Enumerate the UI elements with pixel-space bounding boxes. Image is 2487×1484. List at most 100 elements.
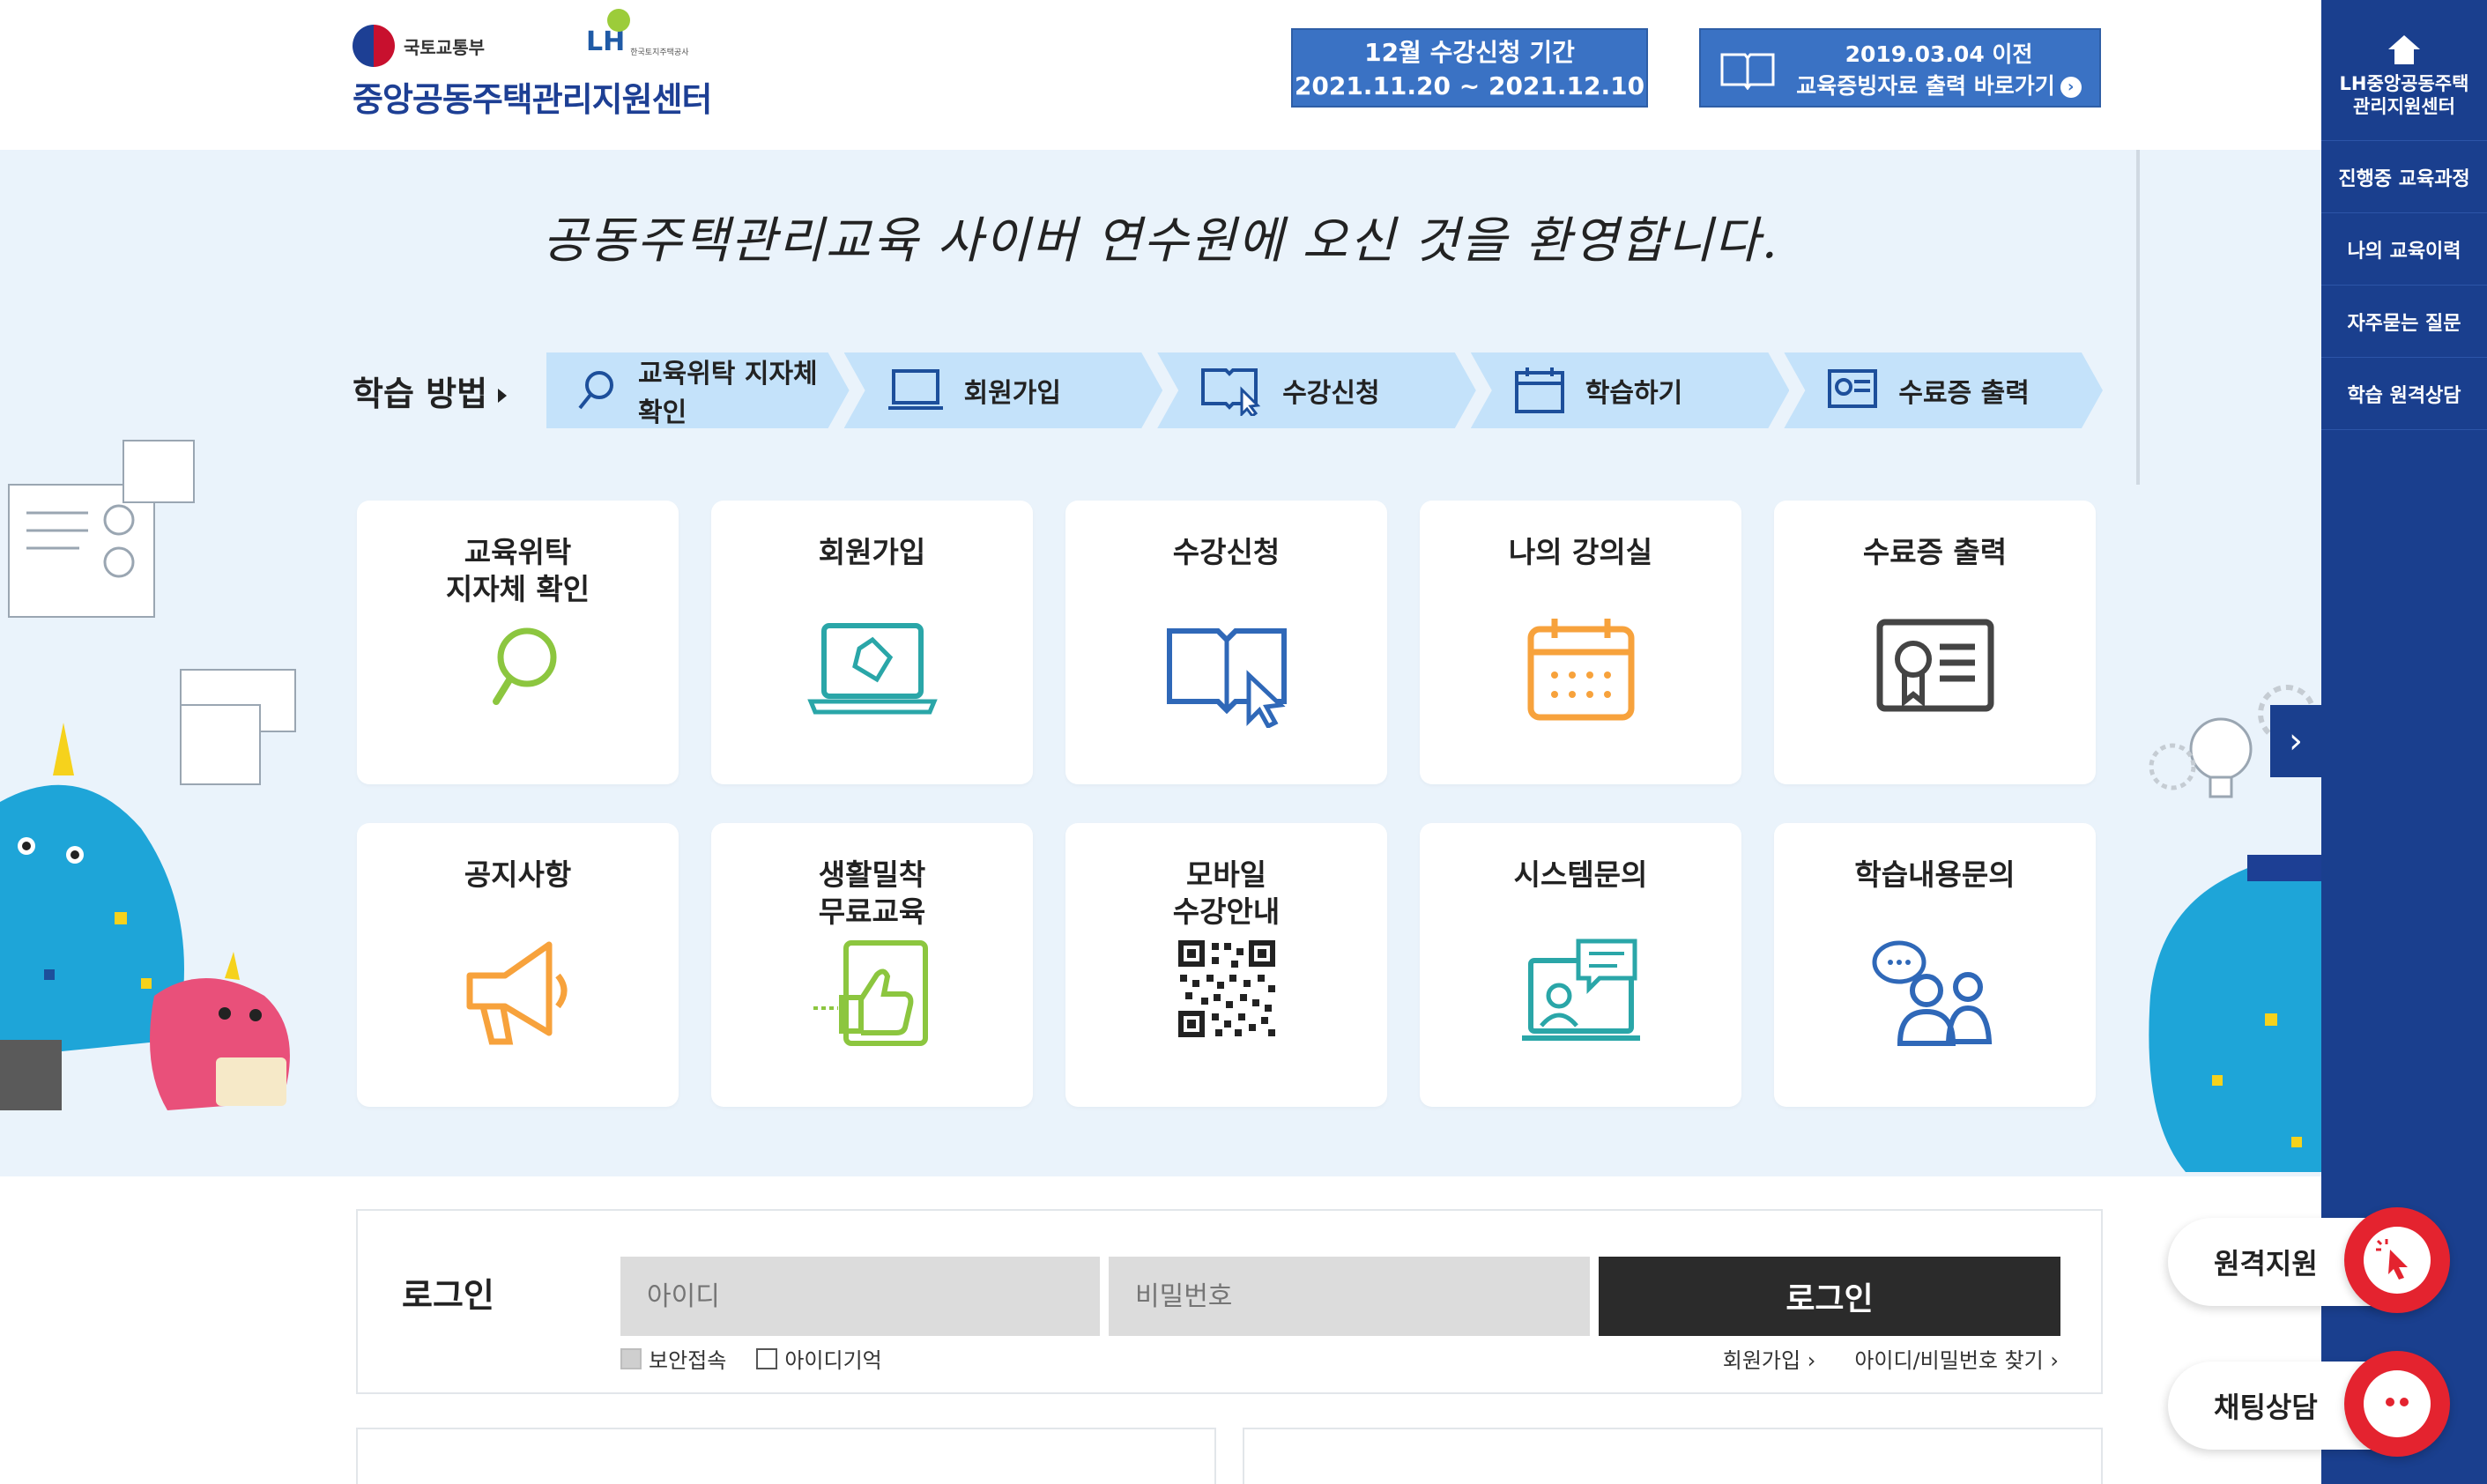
sidebar-home-line2: 관리지원센터 [2353, 96, 2455, 117]
book-cursor-icon [1199, 365, 1263, 416]
step-certificate[interactable]: 수료증 출력 [1784, 352, 2103, 428]
login-links: 회원가입 › 아이디/비밀번호 찾기 › [1723, 1343, 2059, 1374]
step-study[interactable]: 학습하기 [1471, 352, 1790, 428]
steps-track: 교육위탁 지자체 확인 회원가입 수강신청 학습하기 수료증 출력 [546, 352, 2097, 428]
card-title: 수강신청 [1172, 535, 1281, 569]
card-title: 생활밀착 무료교육 [818, 857, 926, 929]
remote-support-button[interactable]: 원격지원 [2168, 1207, 2450, 1313]
user-id-input[interactable] [620, 1257, 1100, 1336]
step-label: 교육위탁 지자체 확인 [638, 359, 818, 428]
lh-logo: LH 한국토지주택공사 [586, 9, 689, 57]
card-content-inquiry[interactable]: 학습내용문의 [1774, 823, 2096, 1107]
sidebar-item-remote-counsel[interactable]: 학습 원격상담 [2321, 358, 2487, 430]
right-illustration [2149, 685, 2321, 1172]
card-my-classroom[interactable]: 나의 강의실 [1420, 501, 1741, 784]
card-title: 나의 강의실 [1508, 535, 1653, 569]
panel-toggle-chevron-right-icon[interactable]: › [2270, 705, 2321, 777]
step-enroll[interactable]: 수강신청 [1157, 352, 1476, 428]
megaphone-icon [466, 941, 567, 1045]
site-logo[interactable]: 국토교통부 LH 한국토지주택공사 중앙공동주택관리지원센터 [353, 9, 723, 122]
card-mobile-guide[interactable]: 모바일 수강안내 [1065, 823, 1387, 1107]
thumbs-up-icon [813, 940, 928, 1046]
step-local-gov-check[interactable]: 교육위탁 지자체 확인 [546, 352, 850, 428]
secure-login-label: 보안접속 [649, 1348, 727, 1373]
certificate-icon [1876, 619, 1993, 712]
sidebar-home-line1: LH중앙공동주택 [2339, 73, 2469, 94]
vertical-divider [2136, 150, 2140, 485]
card-enroll[interactable]: 수강신청 [1065, 501, 1387, 784]
sidebar-home-link[interactable]: LH중앙공동주택 관리지원센터 [2321, 0, 2487, 141]
lh-mark: LH [586, 9, 630, 57]
secure-login-checkbox[interactable] [620, 1347, 642, 1369]
ministry-logo: 국토교통부 [353, 25, 485, 67]
chat-bubble-icon [2364, 1370, 2431, 1437]
left-illustration [0, 440, 296, 1110]
sidebar-item-my-history[interactable]: 나의 교육이력 [2321, 213, 2487, 286]
search-icon [492, 627, 556, 705]
card-title: 수료증 출력 [1862, 535, 2008, 569]
lh-subtitle: 한국토지주택공사 [630, 48, 689, 57]
card-title: 시스템문의 [1513, 857, 1648, 892]
sidebar-item-current-courses[interactable]: 진행중 교육과정 [2321, 141, 2487, 213]
consult-icon [1872, 940, 1992, 1046]
remote-support-badge [2344, 1207, 2450, 1313]
triangle-right-icon [498, 389, 508, 403]
card-local-gov-check[interactable]: 교육위탁 지자체 확인 [357, 501, 679, 784]
quick-menu-grid: 교육위탁 지자체 확인 회원가입 수강신청 나의 강의실 수료증 출력 공지사항… [357, 501, 2097, 1107]
search-icon [573, 367, 619, 413]
card-title: 교육위탁 지자체 확인 [445, 535, 590, 606]
video-chat-icon [1521, 939, 1640, 1041]
password-input[interactable] [1109, 1257, 1590, 1336]
find-account-link[interactable]: 아이디/비밀번호 찾기 › [1854, 1343, 2059, 1374]
step-label: 수료증 출력 [1898, 378, 2030, 409]
arrow-right-circle-icon: › [2060, 77, 2082, 98]
qr-code-icon [1177, 940, 1275, 1037]
print-line1: 2019.03.04 이전 [1845, 41, 2033, 67]
sidebar-item-faq[interactable]: 자주묻는 질문 [2321, 286, 2487, 358]
learning-steps: 학습 방법 교육위탁 지자체 확인 회원가입 수강신청 학습하기 수료증 출력 [353, 352, 2097, 428]
login-options: 보안접속 아이디기억 [620, 1343, 882, 1374]
login-button[interactable]: 로그인 [1599, 1257, 2060, 1336]
step-label: 회원가입 [963, 378, 1061, 409]
steps-label: 학습 방법 [353, 367, 546, 415]
lh-leaf-icon [607, 9, 630, 32]
secure-login-option[interactable]: 보안접속 [620, 1343, 726, 1374]
header: 국토교통부 LH 한국토지주택공사 중앙공동주택관리지원센터 12월 수강신청 … [0, 0, 2321, 150]
card-certificate[interactable]: 수료증 출력 [1774, 501, 2096, 784]
chat-consult-badge [2344, 1351, 2450, 1457]
legacy-certificate-print-button[interactable]: 2019.03.04 이전 교육증빙자료 출력 바로가기 › [1699, 28, 2101, 108]
book-cursor-icon [1166, 628, 1287, 730]
main-band: 공동주택관리교육 사이버 연수원에 오신 것을 환영합니다. 학습 방법 교육위… [0, 150, 2321, 1176]
card-title: 학습내용문의 [1854, 857, 2016, 892]
card-notice[interactable]: 공지사항 [357, 823, 679, 1107]
card-system-inquiry[interactable]: 시스템문의 [1420, 823, 1741, 1107]
remember-id-checkbox[interactable] [756, 1347, 778, 1369]
card-title: 회원가입 [818, 535, 926, 569]
center-name: 중앙공동주택관리지원센터 [353, 80, 713, 119]
calendar-icon [1513, 366, 1566, 415]
step-label: 수강신청 [1282, 378, 1380, 409]
card-title: 공지사항 [464, 857, 572, 892]
period-title: 12월 수강신청 기간 [1364, 38, 1575, 67]
welcome-message: 공동주택관리교육 사이버 연수원에 오신 것을 환영합니다. [542, 212, 1779, 270]
certificate-icon [1826, 366, 1879, 415]
print-line2: 교육증빙자료 출력 바로가기 [1796, 73, 2055, 99]
card-title: 모바일 수강안내 [1172, 857, 1281, 929]
remember-id-option[interactable]: 아이디기억 [756, 1343, 882, 1374]
ministry-name: 국토교통부 [404, 36, 485, 58]
laptop-icon [806, 623, 938, 715]
taegeuk-emblem-icon [353, 25, 395, 67]
step-label: 학습하기 [1585, 378, 1683, 409]
card-signup[interactable]: 회원가입 [711, 501, 1033, 784]
card-free-education[interactable]: 생활밀착 무료교육 [711, 823, 1033, 1107]
remember-id-label: 아이디기억 [784, 1348, 882, 1373]
calendar-icon [1527, 619, 1634, 721]
enrollment-period-banner[interactable]: 12월 수강신청 기간 2021.11.20 ~ 2021.12.10 [1291, 28, 1648, 108]
signup-link[interactable]: 회원가입 › [1723, 1343, 1816, 1374]
bottom-panel-right [1243, 1428, 2103, 1484]
step-signup[interactable]: 회원가입 [844, 352, 1163, 428]
bottom-panel-left [356, 1428, 1216, 1484]
login-title: 로그인 [402, 1276, 494, 1315]
laptop-icon [887, 367, 945, 413]
chat-consult-button[interactable]: 채팅상담 [2168, 1351, 2450, 1457]
